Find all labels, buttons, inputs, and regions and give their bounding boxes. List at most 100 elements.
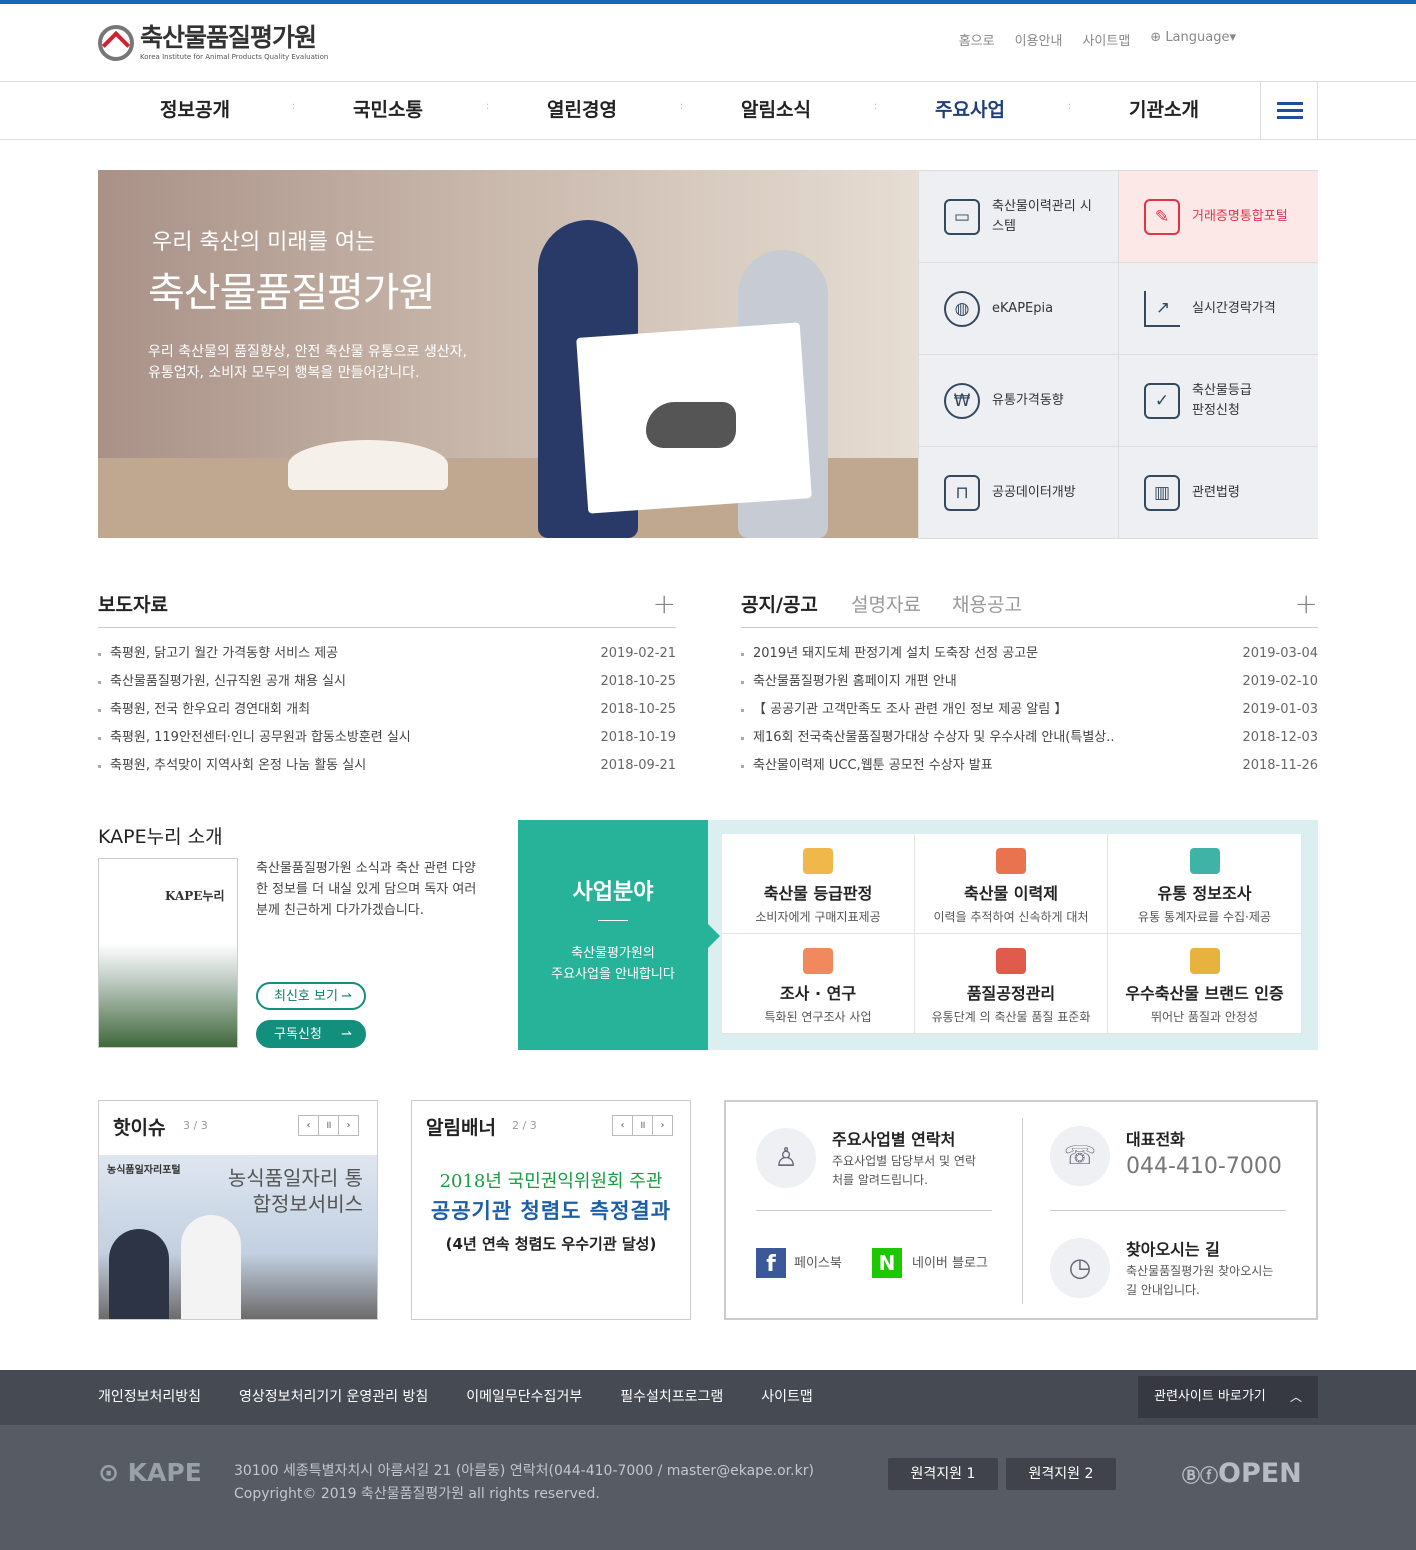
site-logo[interactable]: 축산물품질평가원 Korea Institute for Animal Prod… (98, 24, 328, 61)
contact-by-business-title[interactable]: 주요사업별 연락처 (832, 1126, 955, 1150)
language-select[interactable]: ⊕ Language▾ (1150, 30, 1236, 49)
list-item[interactable]: 【 공공기관 고객만족도 조사 관련 개인 정보 제공 알림 】 2019-01-… (741, 700, 1318, 728)
business-item[interactable]: 우수축산물 브랜드 인증 뛰어난 품질과 안정성 (1108, 934, 1302, 1034)
business-item[interactable]: 유통 정보조사 유통 통계자료를 수집·제공 (1108, 834, 1302, 934)
business-item-desc: 특화된 연구조사 사업 (764, 1010, 872, 1024)
latest-issue-button[interactable]: 최신호 보기 (256, 982, 366, 1010)
business-item-desc: 유통 통계자료를 수집·제공 (1138, 910, 1271, 924)
pause-icon[interactable]: ॥ (318, 1115, 339, 1136)
list-item-date: 2018-09-21 (600, 758, 676, 773)
business-title: 사업분야 (572, 880, 654, 905)
list-item-title[interactable]: 축평원, 119안전센터·인니 공무원과 합동소방훈련 실시 (110, 728, 411, 756)
remote-support-1-button[interactable]: 원격지원 1 (888, 1458, 998, 1490)
main-phone-title: 대표전화 (1126, 1130, 1185, 1149)
remote-support-2-button[interactable]: 원격지원 2 (1006, 1458, 1116, 1490)
list-item[interactable]: 제16회 전국축산물품질평가대상 수상자 및 우수사례 안내(특별상.. 2018… (741, 728, 1318, 756)
related-sites-select[interactable]: 관련사이트 바로가기 (1138, 1376, 1318, 1418)
nav-management[interactable]: 열린경영 (487, 82, 677, 138)
quick-laws[interactable]: ▥ 관련법령 (1118, 447, 1318, 539)
business-item[interactable]: 축산물 등급판정 소비자에게 구매지표제공 (722, 834, 915, 934)
nav-communication[interactable]: 국민소통 (293, 82, 483, 138)
list-item-title[interactable]: 【 공공기관 고객만족도 조사 관련 개인 정보 제공 알림 】 (753, 700, 1067, 728)
banner-line1[interactable]: 2018년 국민권익위원회 주관 (412, 1167, 690, 1193)
all-menu-button[interactable] (1260, 82, 1318, 139)
nav-news[interactable]: 알림소식 (681, 82, 871, 138)
business-item[interactable]: 조사 · 연구 특화된 연구조사 사업 (722, 934, 915, 1034)
arrow-right-icon (708, 924, 720, 948)
privacy-policy-link[interactable]: 개인정보처리방침 (98, 1386, 201, 1406)
open-license-text: OPEN (1218, 1458, 1302, 1489)
list-item[interactable]: 축평원, 추석맞이 지역사회 온정 나눔 활동 실시 2018-09-21 (98, 756, 676, 784)
contact-by-business-desc: 주요사업별 담당부서 및 연락처를 알려드립니다. (832, 1154, 976, 1187)
list-item-title[interactable]: 축산물품질평가원, 신규직원 공개 채용 실시 (110, 672, 346, 700)
tab-notice[interactable]: 공지/공고 (741, 590, 818, 617)
banner-line2[interactable]: 공공기관 청렴도 측정결과 (412, 1195, 690, 1225)
directions-title[interactable]: 찾아오시는 길 (1126, 1236, 1220, 1260)
facebook-icon[interactable]: f (756, 1248, 786, 1278)
list-item-title[interactable]: 제16회 전국축산물품질평가대상 수상자 및 우수사례 안내(특별상.. (753, 728, 1115, 756)
language-label: Language (1165, 30, 1230, 45)
quick-links: ▭ 축산물이력관리 시스템 ✎ 거래증명통합포털 ◍ eKAPEpia ↗ 실시간경락가… (918, 170, 1318, 539)
list-item[interactable]: 축평원, 전국 한우요리 경연대회 개최 2018-10-25 (98, 700, 676, 728)
quick-trade-portal[interactable]: ✎ 거래증명통합포털 (1118, 171, 1318, 263)
quick-open-data[interactable]: ⊓ 공공데이터개방 (918, 447, 1118, 539)
list-item-title[interactable]: 2019년 돼지도체 판정기계 설치 도축장 선정 공고문 (753, 644, 1038, 672)
document-pen-icon: ✎ (1144, 198, 1180, 235)
required-programs-link[interactable]: 필수설치프로그램 (620, 1386, 723, 1406)
more-plus-icon[interactable]: + (1295, 590, 1318, 618)
list-item-title[interactable]: 축평원, 닭고기 월간 가격동향 서비스 제공 (110, 644, 338, 672)
list-item-title[interactable]: 축산물품질평가원 홈페이지 개편 안내 (753, 672, 957, 700)
pause-icon[interactable]: ॥ (632, 1115, 653, 1136)
hero-cow-icon (646, 402, 736, 448)
list-item-title[interactable]: 축평원, 전국 한우요리 경연대회 개최 (110, 700, 310, 728)
business-item[interactable]: 품질공정관리 유통단계 의 축산물 품질 표준화 (915, 934, 1108, 1034)
quick-ekapepia[interactable]: ◍ eKAPEpia (918, 263, 1118, 355)
quick-grade-application[interactable]: ✓ 축산물등급 판정신청 (1118, 355, 1318, 447)
list-item[interactable]: 2019년 돼지도체 판정기계 설치 도축장 선정 공고문 2019-03-04 (741, 644, 1318, 672)
footer-sitemap-link[interactable]: 사이트맵 (761, 1386, 813, 1406)
more-plus-icon[interactable]: + (653, 590, 676, 618)
list-item[interactable]: 축평원, 119안전센터·인니 공무원과 합동소방훈련 실시 2018-10-19 (98, 728, 676, 756)
main-nav: 정보공개 · · 국민소통 · · 열린경영 · · 알림소식 · · 주요사업 · · … (0, 82, 1416, 140)
list-item-title[interactable]: 축평원, 추석맞이 지역사회 온정 나눔 활동 실시 (110, 756, 366, 784)
facebook-link[interactable]: 페이스북 (794, 1254, 842, 1273)
list-item-title[interactable]: 축산물이력제 UCC,웹툰 공모전 수상자 발표 (753, 756, 993, 784)
list-item[interactable]: 축평원, 닭고기 월간 가격동향 서비스 제공 2019-02-21 (98, 644, 676, 672)
home-link[interactable]: 홈으로 (959, 30, 995, 49)
blog-icon: Ⓑ (1182, 1466, 1200, 1487)
business-item[interactable]: 축산물 이력제 이력을 추적하여 신속하게 대처 (915, 834, 1108, 934)
list-item-date: 2019-02-10 (1242, 674, 1318, 689)
nav-info-open[interactable]: 정보공개 (100, 82, 290, 138)
guide-link[interactable]: 이용안내 (1015, 30, 1063, 49)
prev-icon[interactable]: ‹ (612, 1115, 633, 1136)
press-title[interactable]: 보도자료 (98, 590, 168, 617)
tab-recruit[interactable]: 채용공고 (952, 590, 1022, 617)
quick-traceability-system[interactable]: ▭ 축산물이력관리 시스템 (918, 171, 1118, 263)
banner-line3[interactable]: (4년 연속 청렴도 우수기관 달성) (412, 1233, 690, 1254)
list-item[interactable]: 축산물이력제 UCC,웹툰 공모전 수상자 발표 2018-11-26 (741, 756, 1318, 784)
sitemap-link[interactable]: 사이트맵 (1082, 30, 1130, 49)
list-item[interactable]: 축산물품질평가원 홈페이지 개편 안내 2019-02-10 (741, 672, 1318, 700)
next-icon[interactable]: › (338, 1115, 359, 1136)
books-icon: ▥ (1144, 474, 1180, 511)
quick-auction-price[interactable]: ↗ 실시간경락가격 (1118, 263, 1318, 355)
nav-about[interactable]: 기관소개 (1069, 82, 1259, 138)
hot-issue-banner-image[interactable]: 농식품일자리포털 농식품일자리 통합정보서비스 (99, 1155, 377, 1319)
naver-blog-link[interactable]: 네이버 블로그 (912, 1254, 988, 1273)
next-icon[interactable]: › (652, 1115, 673, 1136)
quick-label: 유통가격동향 (992, 392, 1064, 408)
list-item[interactable]: 축산물품질평가원, 신규직원 공개 채용 실시 2018-10-25 (98, 672, 676, 700)
naver-blog-icon[interactable]: N (872, 1248, 902, 1278)
prev-icon[interactable]: ‹ (298, 1115, 319, 1136)
notice-board: 공지/공고 설명자료 채용공고 + 2019년 돼지도체 판정기계 설치 도축장… (741, 588, 1318, 784)
magazine-cover-image[interactable]: KAPE누리 (98, 858, 238, 1048)
nav-business[interactable]: 주요사업 (875, 82, 1065, 138)
quick-price-trend[interactable]: ₩ 유통가격동향 (918, 355, 1118, 447)
line-chart-icon: ↗ (1144, 290, 1180, 327)
person-image (109, 1229, 169, 1319)
tab-explanation[interactable]: 설명자료 (851, 590, 921, 617)
email-refusal-link[interactable]: 이메일무단수집거부 (466, 1386, 582, 1406)
subscribe-button[interactable]: 구독신청 (256, 1020, 366, 1048)
magazine-cover-logo: KAPE누리 (165, 889, 225, 903)
cctv-policy-link[interactable]: 영상정보처리기기 운영관리 방침 (239, 1386, 428, 1406)
